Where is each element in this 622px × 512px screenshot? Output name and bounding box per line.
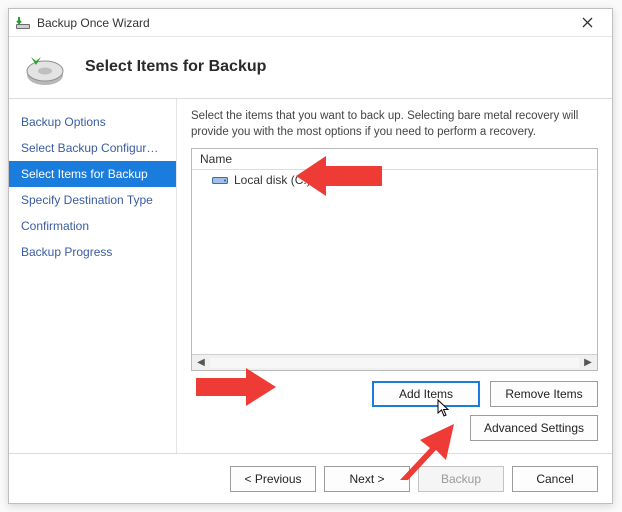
step-backup-progress[interactable]: Backup Progress <box>9 239 176 265</box>
backup-icon <box>23 45 67 89</box>
horizontal-scrollbar[interactable]: ◀ ▶ <box>192 354 597 370</box>
scroll-right-icon[interactable]: ▶ <box>581 356 595 370</box>
wizard-header: Select Items for Backup <box>9 37 612 99</box>
disk-icon <box>212 174 228 186</box>
next-button[interactable]: Next > <box>324 466 410 492</box>
backup-wizard-dialog: Backup Once Wizard Select Items for Back… <box>8 8 613 504</box>
cancel-button[interactable]: Cancel <box>512 466 598 492</box>
step-select-backup-config[interactable]: Select Backup Configurat... <box>9 135 176 161</box>
previous-button[interactable]: < Previous <box>230 466 316 492</box>
window-title: Backup Once Wizard <box>37 16 568 30</box>
wizard-steps: Backup Options Select Backup Configurat.… <box>9 99 177 453</box>
scroll-left-icon[interactable]: ◀ <box>194 356 208 370</box>
advanced-settings-button[interactable]: Advanced Settings <box>470 415 598 441</box>
instructions-text: Select the items that you want to back u… <box>191 109 598 140</box>
step-destination-type[interactable]: Specify Destination Type <box>9 187 176 213</box>
list-item[interactable]: Local disk (C:) <box>192 170 597 190</box>
scroll-track[interactable] <box>210 358 579 368</box>
close-button[interactable] <box>568 12 606 34</box>
items-listbox[interactable]: Name Local disk (C:) ◀ <box>191 148 598 371</box>
remove-items-button[interactable]: Remove Items <box>490 381 598 407</box>
titlebar: Backup Once Wizard <box>9 9 612 37</box>
list-rows: Local disk (C:) <box>192 170 597 354</box>
page-title: Select Items for Backup <box>85 58 266 76</box>
backup-button: Backup <box>418 466 504 492</box>
step-select-items[interactable]: Select Items for Backup <box>9 161 176 187</box>
list-header-name: Name <box>192 149 597 170</box>
step-backup-options[interactable]: Backup Options <box>9 109 176 135</box>
app-icon <box>15 15 31 31</box>
wizard-footer: < Previous Next > Backup Cancel <box>9 453 612 503</box>
add-items-button[interactable]: Add Items <box>372 381 480 407</box>
step-confirmation[interactable]: Confirmation <box>9 213 176 239</box>
wizard-content: Select the items that you want to back u… <box>177 99 612 453</box>
list-item-label: Local disk (C:) <box>234 173 311 187</box>
